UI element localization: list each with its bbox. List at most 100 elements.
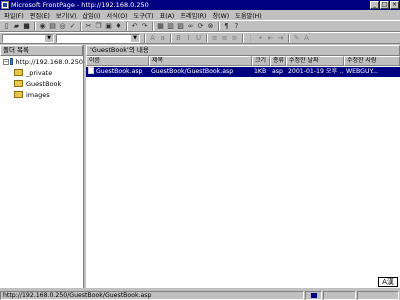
numbering-icon[interactable]: ⋮ [246, 34, 255, 43]
font-dropdown[interactable]: ▼ [56, 33, 140, 43]
redo-icon[interactable]: ↷ [140, 22, 149, 31]
tree-root[interactable]: − http://192.168.0.250 [0, 56, 83, 67]
tree-item-label: images [26, 90, 50, 99]
toolbar-separator [288, 33, 290, 43]
menu-view[interactable]: 보기(V) [54, 11, 80, 20]
tree-root-label: http://192.168.0.250 [15, 57, 83, 66]
hyperlink-icon[interactable]: ∞ [186, 22, 195, 31]
highlight-icon[interactable]: ✎ [292, 34, 301, 43]
close-button[interactable]: × [390, 1, 399, 9]
tree-item-label: _private [26, 68, 53, 77]
collapse-icon[interactable]: − [3, 58, 9, 65]
menu-table[interactable]: 표(A) [158, 11, 179, 20]
toolbar-separator [126, 21, 128, 31]
folder-icon [14, 69, 23, 76]
toolbar-separator [152, 21, 154, 31]
menu-file[interactable]: 파일(F) [2, 11, 28, 20]
connection-icon [311, 292, 317, 298]
font-size-icon[interactable]: a [158, 34, 167, 43]
menu-tools[interactable]: 도구(T) [132, 11, 158, 20]
file-modified-date-cell: 2001-01-19 오후 ... [288, 68, 344, 75]
stop-icon[interactable]: ⊗ [206, 22, 215, 31]
folder-icon [14, 91, 23, 98]
format-painter-icon[interactable]: ♦ [114, 22, 123, 31]
maximize-button[interactable]: □ [380, 1, 389, 9]
underline-icon[interactable]: U [194, 34, 203, 43]
status-text: http://192.168.0.250/GuestBook/GuestBook… [0, 290, 304, 300]
folder-list-title: 폴더 목록 [0, 45, 83, 56]
align-center-icon[interactable]: ≡ [220, 34, 229, 43]
help-icon[interactable]: ? [232, 22, 241, 31]
show-all-icon[interactable]: ¶ [222, 22, 231, 31]
toolbar-separator [218, 21, 220, 31]
spelling-icon[interactable]: ✓ [68, 22, 77, 31]
insert-component-icon[interactable]: ▦ [156, 22, 165, 31]
menu-edit[interactable]: 편집(E) [28, 11, 54, 20]
standard-toolbar: ▯ ▰ ■ ◉ ▤ ◎ ✓ ✂ ❐ ▣ ♦ ↶ ↷ ▦ ▥ ▨ ∞ ⟳ ⊗ ¶ … [0, 20, 400, 32]
column-header-modified-date[interactable]: 수정한 날짜 [286, 56, 344, 66]
italic-icon[interactable]: I [184, 34, 193, 43]
frontpage-icon[interactable] [1, 1, 9, 9]
save-icon[interactable]: ■ [22, 22, 31, 31]
folder-list-pane: 폴더 목록 − http://192.168.0.250 _private Gu… [0, 45, 84, 288]
status-panel [323, 290, 356, 300]
column-header-size[interactable]: 크기 [252, 56, 270, 66]
column-header-name[interactable]: 이름 [86, 56, 149, 66]
cut-icon[interactable]: ✂ [84, 22, 93, 31]
file-name-cell: GuestBook.asp [86, 67, 149, 77]
print-icon[interactable]: ▤ [48, 22, 57, 31]
decrease-indent-icon[interactable]: ⇤ [266, 34, 275, 43]
tree-item-images[interactable]: images [0, 89, 83, 100]
insert-table-icon[interactable]: ▥ [166, 22, 175, 31]
ime-indicator[interactable]: A漢 [378, 277, 398, 287]
tree-item-label: GuestBook [26, 79, 62, 88]
open-icon[interactable]: ▰ [12, 22, 21, 31]
increase-indent-icon[interactable]: ⇥ [276, 34, 285, 43]
style-dropdown[interactable]: ▼ [2, 33, 54, 43]
paste-icon[interactable]: ▣ [104, 22, 113, 31]
contents-pane: 'GuestBook'의 내용 이름 제목 크기 종류 수정한 날짜 수정한 사… [86, 45, 400, 288]
menu-bar: 파일(F) 편집(E) 보기(V) 삽입(I) 서식(O) 도구(T) 표(A)… [0, 10, 400, 20]
toolbar-separator [80, 21, 82, 31]
insert-picture-icon[interactable]: ▨ [176, 22, 185, 31]
web-folder-icon [10, 58, 13, 65]
tree-item-guestbook[interactable]: GuestBook [0, 78, 83, 89]
status-bar: http://192.168.0.250/GuestBook/GuestBook… [0, 290, 400, 300]
contents-title: 'GuestBook'의 내용 [86, 45, 400, 56]
undo-icon[interactable]: ↶ [130, 22, 139, 31]
align-left-icon[interactable]: ≡ [210, 34, 219, 43]
menu-help[interactable]: 도움말(H) [233, 11, 266, 20]
menu-insert[interactable]: 삽입(I) [80, 11, 104, 20]
connection-status [305, 290, 322, 300]
column-headers: 이름 제목 크기 종류 수정한 날짜 수정한 사람 [86, 56, 400, 66]
column-header-modified-by[interactable]: 수정한 사람 [344, 56, 400, 66]
column-header-title[interactable]: 제목 [149, 56, 252, 66]
preview-icon[interactable]: ◎ [58, 22, 67, 31]
column-header-type[interactable]: 종류 [270, 56, 286, 66]
font-color-icon[interactable]: A [302, 34, 311, 43]
align-right-icon[interactable]: ≡ [230, 34, 239, 43]
file-modified-by-cell: WEBGUY... [346, 68, 378, 75]
file-type-cell: asp [272, 68, 283, 75]
font-size-icon[interactable]: A [148, 34, 157, 43]
publish-icon[interactable]: ◉ [38, 22, 47, 31]
toolbar-separator [206, 33, 208, 43]
menu-window[interactable]: 창(W) [210, 11, 233, 20]
formatting-toolbar: ▼ ▼ A a B I U ≡ ≡ ≡ ⋮ • ⇤ ⇥ ✎ A [0, 32, 400, 44]
bold-icon[interactable]: B [174, 34, 183, 43]
copy-icon[interactable]: ❐ [94, 22, 103, 31]
tree-item-private[interactable]: _private [0, 67, 83, 78]
menu-frames[interactable]: 프레임(R) [178, 11, 210, 20]
menu-format[interactable]: 서식(O) [104, 11, 131, 20]
window-title: Microsoft FrontPage - http://192.168.0.2… [11, 1, 149, 9]
table-row[interactable]: GuestBook.asp GuestBook/GuestBook.asp 1K… [86, 67, 400, 77]
chevron-down-icon[interactable]: ▼ [45, 34, 53, 42]
chevron-down-icon[interactable]: ▼ [131, 34, 139, 42]
bullets-icon[interactable]: • [256, 34, 265, 43]
folder-icon [14, 80, 23, 87]
new-page-icon[interactable]: ▯ [2, 22, 11, 31]
status-panel [357, 290, 399, 300]
minimize-button[interactable]: _ [370, 1, 379, 9]
refresh-icon[interactable]: ⟳ [196, 22, 205, 31]
toolbar-separator [170, 33, 172, 43]
